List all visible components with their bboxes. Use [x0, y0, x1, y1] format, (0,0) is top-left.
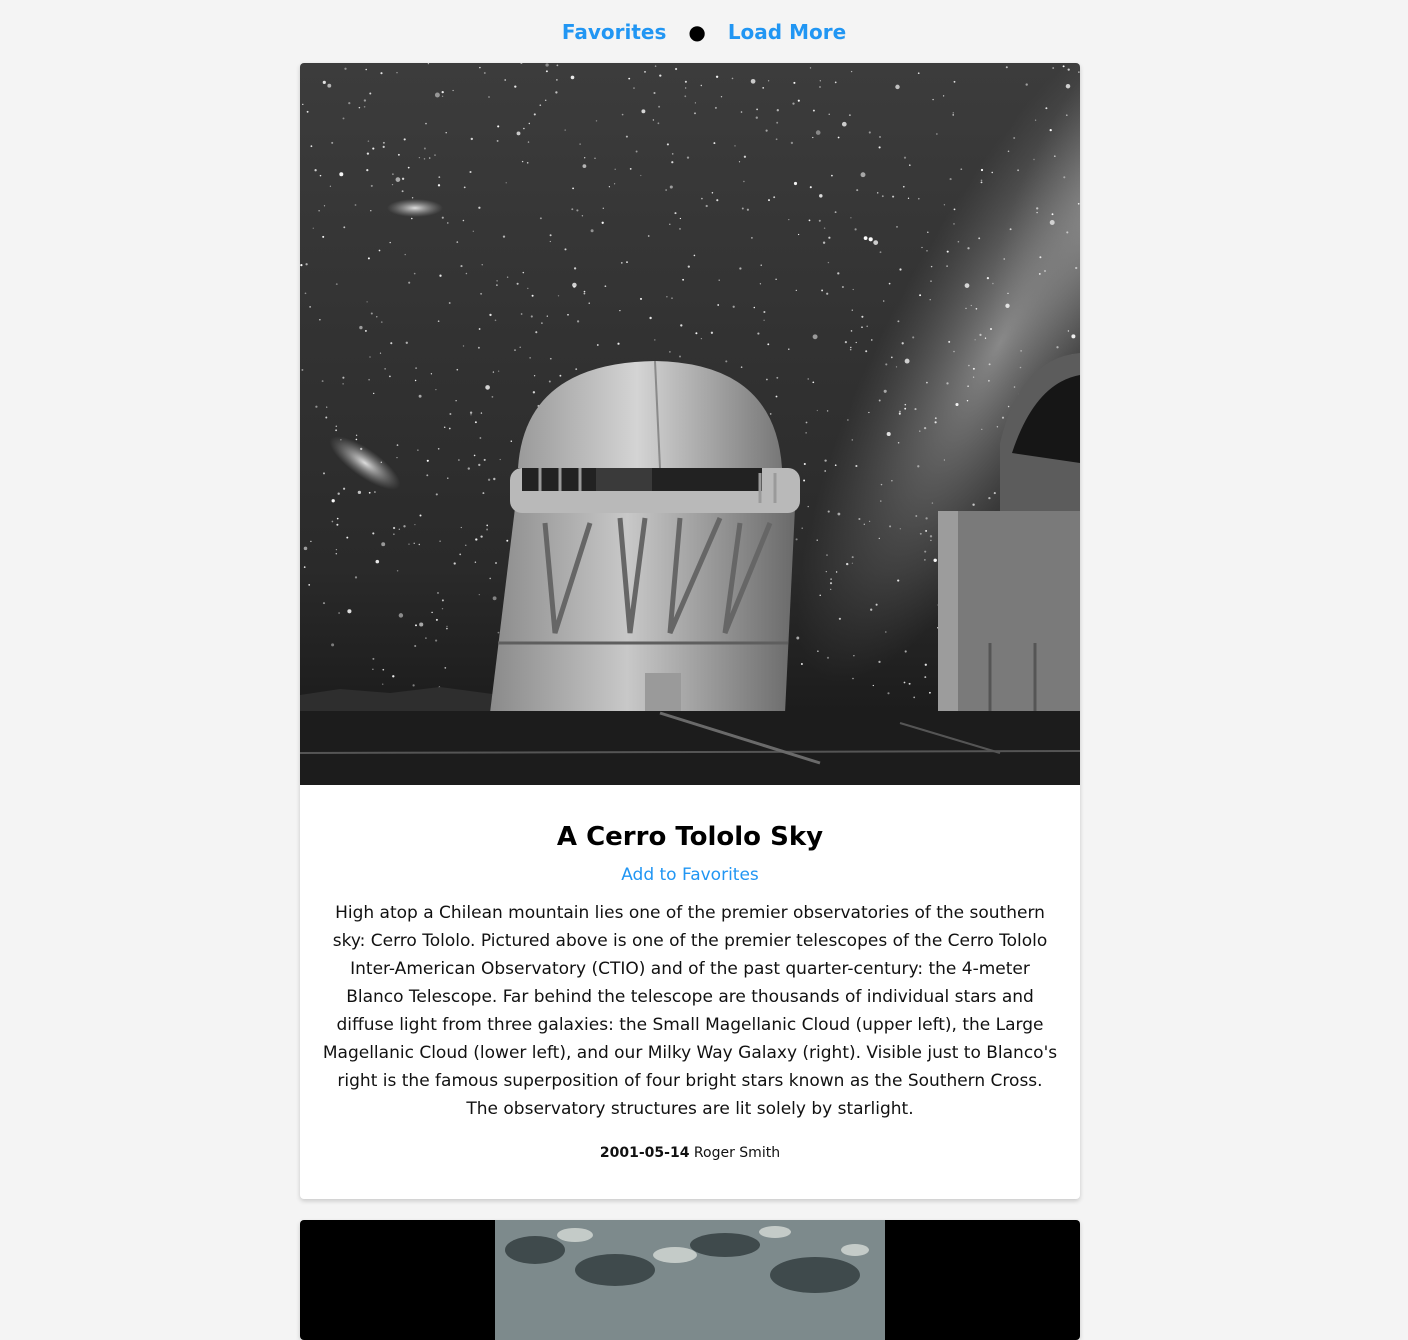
card-body: A Cerro Tololo Sky Add to Favorites High… — [300, 821, 1080, 1161]
load-more-link[interactable]: Load More — [728, 20, 846, 44]
top-navigation: Favorites ● Load More — [0, 16, 1408, 48]
apod-card-next — [300, 1220, 1080, 1340]
post-explanation: High atop a Chilean mountain lies one of… — [322, 903, 1058, 1119]
post-title: A Cerro Tololo Sky — [556, 822, 824, 852]
post-date: 2001-05-14 — [599, 1145, 690, 1161]
observatory-night-sky-image[interactable] — [300, 63, 1080, 785]
nav-separator-dot: ● — [688, 20, 706, 44]
post-copyright: Roger Smith — [693, 1145, 781, 1161]
next-post-image[interactable] — [495, 1220, 885, 1340]
add-to-favorites-link[interactable]: Add to Favorites — [621, 865, 759, 885]
apod-card: A Cerro Tololo Sky Add to Favorites High… — [300, 63, 1080, 1199]
post-meta: 2001-05-14 Roger Smith — [321, 1145, 1059, 1161]
favorites-link[interactable]: Favorites — [562, 20, 667, 44]
